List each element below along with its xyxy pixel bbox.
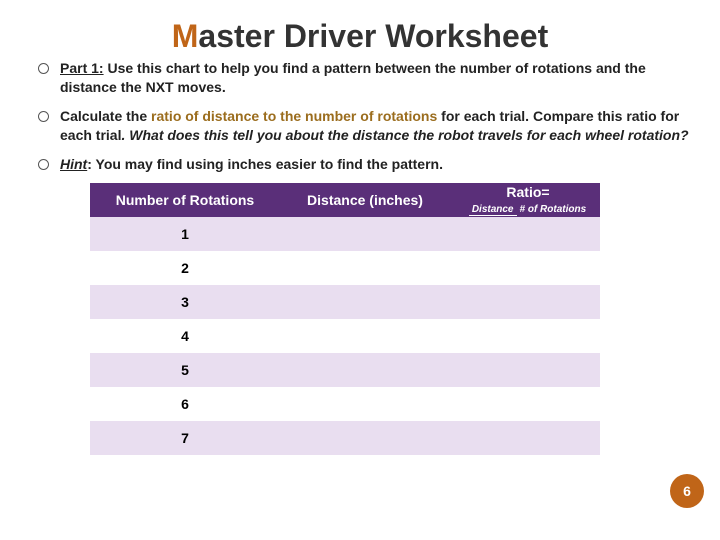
cell-ratio xyxy=(450,217,600,251)
cell-rotations: 7 xyxy=(90,421,280,455)
th-ratio: Ratio= Distance# of Rotations xyxy=(450,183,600,217)
cell-distance xyxy=(280,319,450,353)
slide: Master Driver Worksheet Part 1: Use this… xyxy=(0,0,720,540)
cell-ratio xyxy=(450,353,600,387)
bullet-1-text: Use this chart to help you find a patter… xyxy=(60,60,646,95)
ratio-numerator: Distance xyxy=(469,204,517,216)
cell-rotations: 5 xyxy=(90,353,280,387)
cell-distance xyxy=(280,217,450,251)
cell-ratio xyxy=(450,285,600,319)
bullet-3-b: : You may find using inches easier to fi… xyxy=(87,156,443,172)
bullet-2-d: . What does this tell you about the dist… xyxy=(121,127,688,143)
th-distance: Distance (inches) xyxy=(280,183,450,217)
cell-rotations: 1 xyxy=(90,217,280,251)
bullet-1: Part 1: Use this chart to help you find … xyxy=(38,59,690,97)
bullet-2: Calculate the ratio of distance to the n… xyxy=(38,107,690,145)
ratio-denominator: # of Rotations xyxy=(517,204,590,215)
cell-rotations: 2 xyxy=(90,251,280,285)
table-row: 5 xyxy=(90,353,600,387)
page-title: Master Driver Worksheet xyxy=(30,18,690,55)
table-row: 6 xyxy=(90,387,600,421)
ratio-fraction: Distance# of Rotations xyxy=(469,205,589,216)
title-accent: M xyxy=(172,18,199,54)
cell-distance xyxy=(280,421,450,455)
cell-ratio xyxy=(450,319,600,353)
cell-ratio xyxy=(450,421,600,455)
page-number-badge: 6 xyxy=(670,474,704,508)
cell-rotations: 6 xyxy=(90,387,280,421)
cell-distance xyxy=(280,387,450,421)
table-row: 4 xyxy=(90,319,600,353)
cell-ratio xyxy=(450,387,600,421)
bullet-2-b: ratio of distance to the number of rotat… xyxy=(151,108,437,124)
table-row: 2 xyxy=(90,251,600,285)
th-rotations: Number of Rotations xyxy=(90,183,280,217)
bullet-list: Part 1: Use this chart to help you find … xyxy=(30,59,690,173)
cell-distance xyxy=(280,353,450,387)
title-rest: aster Driver Worksheet xyxy=(198,18,548,54)
table-row: 7 xyxy=(90,421,600,455)
cell-distance xyxy=(280,251,450,285)
table-header-row: Number of Rotations Distance (inches) Ra… xyxy=(90,183,600,217)
bullet-3: Hint: You may find using inches easier t… xyxy=(38,155,690,174)
ratio-label: Ratio= xyxy=(506,184,549,200)
worksheet-table: Number of Rotations Distance (inches) Ra… xyxy=(90,183,600,455)
bullet-3-a: Hint xyxy=(60,156,87,172)
cell-distance xyxy=(280,285,450,319)
cell-rotations: 4 xyxy=(90,319,280,353)
cell-ratio xyxy=(450,251,600,285)
table-row: 3 xyxy=(90,285,600,319)
bullet-1-label: Part 1: xyxy=(60,60,104,76)
cell-rotations: 3 xyxy=(90,285,280,319)
bullet-2-a: Calculate the xyxy=(60,108,151,124)
table-row: 1 xyxy=(90,217,600,251)
